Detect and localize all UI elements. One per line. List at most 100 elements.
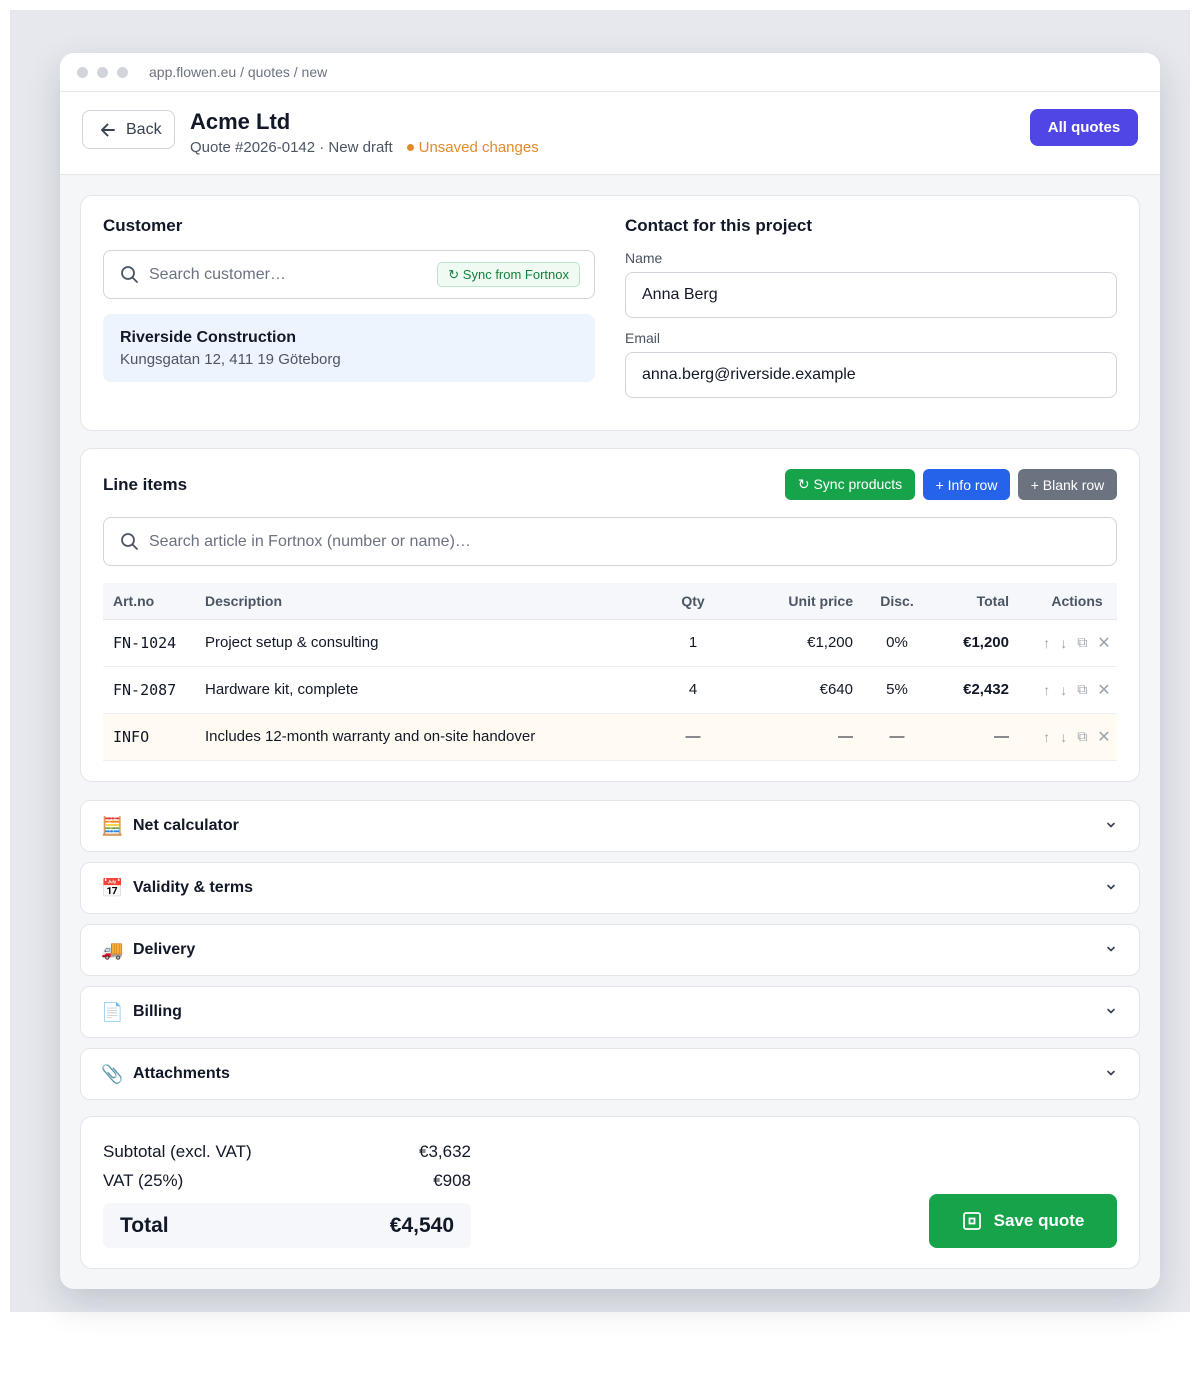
row-unit-price[interactable]: €1,200: [741, 619, 853, 667]
window-minimize-dot[interactable]: [97, 66, 108, 78]
page-title: Acme Ltd: [190, 109, 291, 134]
move-down-icon[interactable]: ↓: [1060, 635, 1067, 651]
col-art: Art.no: [103, 583, 205, 620]
contact-email-field[interactable]: anna.berg@riverside.example: [625, 352, 1117, 398]
sync-from-fortnox-button[interactable]: ↻ Sync from Fortnox: [437, 262, 580, 287]
arrow-left-icon: [101, 123, 115, 136]
row-discount: —: [853, 713, 941, 761]
backdrop: app.flowen.eu / quotes / new Back Acme L…: [10, 10, 1190, 1312]
table-header-row: Art.no Description Qty Unit price Disc. …: [103, 583, 1117, 620]
row-total: €1,200: [941, 619, 1009, 667]
grand-total-row: Total €4,540: [103, 1203, 471, 1248]
row-description[interactable]: Includes 12-month warranty and on-site h…: [205, 713, 645, 761]
contact-name-field[interactable]: Anna Berg: [625, 272, 1117, 318]
calendar-icon: 📅: [101, 877, 124, 898]
row-total: —: [941, 713, 1009, 761]
article-search-input[interactable]: Search article in Fortnox (number or nam…: [103, 517, 1117, 566]
save-icon: [962, 1212, 981, 1230]
section-delivery[interactable]: 🚚 Delivery: [80, 924, 1140, 976]
duplicate-icon[interactable]: ⧉: [1077, 681, 1087, 698]
delete-icon[interactable]: ✕: [1097, 633, 1110, 653]
add-info-row-button[interactable]: + Info row: [923, 469, 1010, 500]
chevron-down-icon: [1107, 822, 1115, 828]
document-icon: 📄: [101, 1001, 124, 1022]
duplicate-icon[interactable]: ⧉: [1077, 728, 1087, 745]
table-row-info[interactable]: INFO Includes 12-month warranty and on-s…: [103, 713, 1117, 761]
row-discount[interactable]: 5%: [853, 666, 941, 714]
unsaved-label: Unsaved changes: [418, 139, 539, 156]
section-title: Billing: [133, 1003, 182, 1020]
back-button[interactable]: Back: [82, 110, 175, 149]
table-row[interactable]: FN-1024 Project setup & consulting 1 €1,…: [103, 619, 1117, 667]
window-maximize-dot[interactable]: [117, 66, 128, 78]
move-up-icon[interactable]: ↑: [1043, 682, 1050, 698]
row-unit-price[interactable]: €640: [741, 666, 853, 714]
customer-address: Kungsgatan 12, 411 19 Göteborg: [120, 351, 341, 368]
email-label: Email: [625, 330, 661, 346]
row-unit-price: —: [741, 713, 853, 761]
row-total: €2,432: [941, 666, 1009, 714]
calculator-icon: 🧮: [101, 815, 124, 836]
section-title: Attachments: [133, 1065, 230, 1082]
duplicate-icon[interactable]: ⧉: [1077, 634, 1087, 651]
move-up-icon[interactable]: ↑: [1043, 635, 1050, 651]
totals-card: Subtotal (excl. VAT) €3,632 VAT (25%) €9…: [80, 1116, 1140, 1269]
sync-products-button[interactable]: ↻ Sync products: [785, 469, 915, 500]
window-close-dot[interactable]: [77, 66, 88, 78]
line-items-card: Line items ↻ Sync products + Info row + …: [80, 448, 1140, 782]
status-dot-icon: [406, 144, 414, 151]
total-label: Total: [120, 1213, 169, 1237]
chevron-down-icon: [1107, 884, 1115, 890]
row-description[interactable]: Hardware kit, complete: [205, 666, 645, 714]
chevron-down-icon: [1107, 1070, 1115, 1076]
row-description[interactable]: Project setup & consulting: [205, 619, 645, 667]
move-up-icon[interactable]: ↑: [1043, 729, 1050, 745]
section-title: Delivery: [133, 941, 196, 958]
move-down-icon[interactable]: ↓: [1060, 682, 1067, 698]
move-down-icon[interactable]: ↓: [1060, 729, 1067, 745]
col-qty: Qty: [645, 583, 741, 620]
row-art: FN-1024: [103, 619, 205, 667]
browser-titlebar: app.flowen.eu / quotes / new: [60, 53, 1160, 92]
delete-icon[interactable]: ✕: [1097, 727, 1110, 747]
save-label: Save quote: [993, 1211, 1085, 1230]
section-title: Net calculator: [133, 817, 239, 834]
customer-heading: Customer: [103, 216, 183, 235]
address-bar[interactable]: app.flowen.eu / quotes / new: [149, 64, 327, 80]
row-qty: —: [645, 713, 741, 761]
section-validity-terms[interactable]: 📅 Validity & terms: [80, 862, 1140, 914]
section-attachments[interactable]: 📎 Attachments: [80, 1048, 1140, 1100]
vat-row: VAT (25%) €908: [103, 1171, 471, 1191]
unsaved-indicator: Unsaved changes: [406, 139, 539, 156]
section-net-calculator[interactable]: 🧮 Net calculator: [80, 800, 1140, 852]
chevron-down-icon: [1107, 1008, 1115, 1014]
row-art: FN-2087: [103, 666, 205, 714]
row-discount[interactable]: 0%: [853, 619, 941, 667]
customer-search-placeholder: Search customer…: [149, 265, 286, 283]
section-billing[interactable]: 📄 Billing: [80, 986, 1140, 1038]
subtotal-label: Subtotal (excl. VAT): [103, 1142, 252, 1161]
row-qty[interactable]: 4: [645, 666, 741, 714]
all-quotes-button[interactable]: All quotes: [1030, 109, 1138, 146]
search-icon: [121, 266, 138, 283]
subtotal-value: €3,632: [419, 1142, 471, 1161]
row-qty[interactable]: 1: [645, 619, 741, 667]
line-items-heading: Line items: [103, 475, 188, 494]
contact-heading: Contact for this project: [625, 216, 813, 235]
search-icon: [121, 533, 138, 550]
add-blank-row-button[interactable]: + Blank row: [1018, 469, 1117, 500]
customer-search-input[interactable]: Search customer… ↻ Sync from Fortnox: [103, 250, 595, 299]
truck-icon: 🚚: [101, 939, 124, 960]
name-label: Name: [625, 250, 663, 266]
article-search-placeholder: Search article in Fortnox (number or nam…: [149, 532, 471, 550]
save-quote-button[interactable]: Save quote: [929, 1194, 1117, 1248]
delete-icon[interactable]: ✕: [1097, 680, 1110, 700]
row-actions: ↑ ↓ ⧉ ✕: [1009, 713, 1117, 761]
col-total: Total: [941, 583, 1009, 620]
table-row[interactable]: FN-2087 Hardware kit, complete 4 €640 5%…: [103, 666, 1117, 714]
total-value: €4,540: [389, 1213, 454, 1237]
subtotal-row: Subtotal (excl. VAT) €3,632: [103, 1142, 471, 1162]
selected-customer[interactable]: Riverside Construction Kungsgatan 12, 41…: [103, 314, 595, 382]
customer-name: Riverside Construction: [120, 329, 297, 346]
col-actions: Actions: [1009, 583, 1117, 620]
